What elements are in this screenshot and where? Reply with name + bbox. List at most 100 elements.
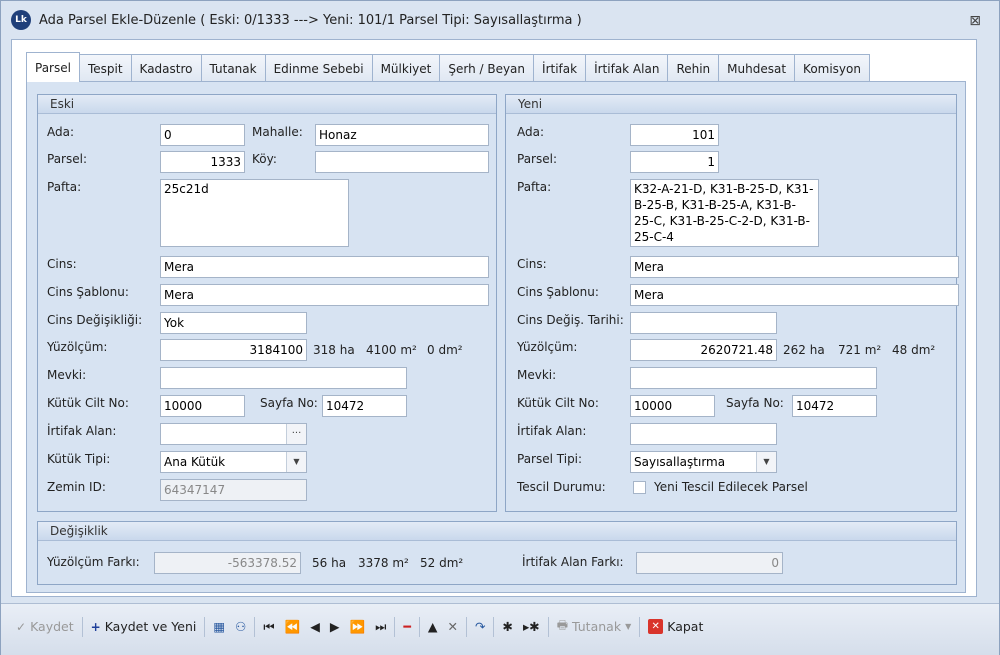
eski-cins-sablonu-label: Cins Şablonu: xyxy=(47,285,129,299)
yeni-parsel-input[interactable]: 1 xyxy=(630,151,719,173)
eski-group: Eski Ada: 0 Mahalle: Honaz Parsel: 1333 … xyxy=(37,94,497,512)
eski-sayfa-input[interactable]: 10472 xyxy=(322,395,407,417)
tab-rehin[interactable]: Rehin xyxy=(667,54,720,82)
yeni-parsel-tipi-select[interactable]: Sayısallaştırma ▼ xyxy=(630,451,777,473)
tab-irtifak[interactable]: İrtifak xyxy=(533,54,587,82)
last-record-button[interactable]: ⏭ xyxy=(370,615,391,639)
toolbar-separator xyxy=(493,616,495,637)
checkmark-icon: ✓ xyxy=(16,619,27,634)
close-icon: ✕ xyxy=(648,619,664,634)
yeni-group-title: Yeni xyxy=(506,95,956,114)
eski-cins-degisikligi-input[interactable]: Yok xyxy=(160,312,307,334)
asterisk-icon: ✱ xyxy=(502,619,513,634)
close-window-icon[interactable]: ⊠ xyxy=(969,13,981,29)
toolbar-separator xyxy=(204,616,206,637)
tab-parsel[interactable]: Parsel xyxy=(26,52,80,82)
next-record-button[interactable]: ▶ xyxy=(325,615,345,639)
yeni-sayfa-label: Sayfa No: xyxy=(726,396,784,410)
yeni-ada-input[interactable]: 101 xyxy=(630,124,719,146)
tab-komisyon[interactable]: Komisyon xyxy=(794,54,870,82)
minus-icon: ━ xyxy=(403,619,411,634)
printer-icon: 🖶 xyxy=(556,618,569,632)
tab-edinme-sebebi[interactable]: Edinme Sebebi xyxy=(264,54,373,82)
eski-ada-label: Ada: xyxy=(47,125,75,139)
up-icon: ▲ xyxy=(427,619,438,634)
user-search-button[interactable]: ⚇ xyxy=(230,615,251,639)
yeni-tescil-checkbox-label[interactable]: Yeni Tescil Edilecek Parsel xyxy=(654,480,808,494)
eski-cins-input[interactable]: Mera xyxy=(160,256,489,278)
eski-mahalle-input[interactable]: Honaz xyxy=(315,124,489,146)
eski-zemin-id-input[interactable]: 64347147 xyxy=(160,479,307,501)
delete-button[interactable]: ━ xyxy=(398,615,416,639)
yeni-pafta-label: Pafta: xyxy=(517,180,552,194)
yeni-yuzolcum-label: Yüzölçüm: xyxy=(517,340,578,354)
degisiklik-group: Değişiklik Yüzölçüm Farkı: -563378.52 56… xyxy=(37,521,957,585)
yeni-kutuk-cilt-input[interactable]: 10000 xyxy=(630,395,715,417)
bottom-toolbar: ✓ Kaydet + Kaydet ve Yeni ▦ ⚇ ⏮ ⏪ ◀ ▶ ⏩ … xyxy=(1,603,999,655)
eski-irtifak-alan-input[interactable]: ··· xyxy=(160,423,307,445)
first-record-button[interactable]: ⏮ xyxy=(258,615,279,639)
yeni-parsel-label: Parsel: xyxy=(517,152,557,166)
eski-mahalle-label: Mahalle: xyxy=(252,125,303,139)
yeni-pafta-textarea[interactable]: K32-A-21-D, K31-B-25-D, K31-B-25-B, K31-… xyxy=(630,179,819,247)
eski-kutuk-cilt-input[interactable]: 10000 xyxy=(160,395,245,417)
toolbar-separator xyxy=(465,616,467,637)
fast-forward-icon: ⏩ xyxy=(349,618,366,634)
toolbar-separator xyxy=(254,616,256,637)
chevron-down-icon: ▼ xyxy=(625,622,632,631)
tab-tutanak[interactable]: Tutanak xyxy=(200,54,266,82)
kaydet-ve-yeni-button[interactable]: + Kaydet ve Yeni xyxy=(86,615,202,639)
move-up-button[interactable]: ▲ xyxy=(423,615,443,639)
eski-kutuk-tipi-select[interactable]: Ana Kütük ▼ xyxy=(160,451,307,473)
yuzolcum-farki-label: Yüzölçüm Farkı: xyxy=(47,555,140,569)
kapat-button[interactable]: ✕ Kapat xyxy=(643,615,708,639)
eski-yuzolcum-label: Yüzölçüm: xyxy=(47,340,108,354)
yeni-cins-sablonu-input[interactable]: Mera xyxy=(630,284,959,306)
yeni-sayfa-input[interactable]: 10472 xyxy=(792,395,877,417)
chevron-down-icon[interactable]: ▼ xyxy=(756,452,776,472)
eski-pafta-label: Pafta: xyxy=(47,180,82,194)
next-page-button[interactable]: ⏩ xyxy=(344,615,370,639)
rewind-icon: ⏪ xyxy=(284,618,301,634)
ellipsis-button[interactable]: ··· xyxy=(286,424,306,444)
goto-asterisk-button[interactable]: ▸✱ xyxy=(518,615,545,639)
refresh-button[interactable]: ↷ xyxy=(470,615,490,639)
eski-yuzolcum-input[interactable]: 3184100 xyxy=(160,339,307,361)
eski-pafta-textarea[interactable]: 25c21d xyxy=(160,179,349,247)
eski-koy-input[interactable] xyxy=(315,151,489,173)
eski-kutuk-cilt-label: Kütük Cilt No: xyxy=(47,396,129,410)
eski-parsel-input[interactable]: 1333 xyxy=(160,151,245,173)
asterisk-button[interactable]: ✱ xyxy=(497,615,517,639)
eski-cins-label: Cins: xyxy=(47,257,77,271)
yeni-tescil-checkbox[interactable] xyxy=(633,481,646,494)
tab-muhdesat[interactable]: Muhdesat xyxy=(718,54,796,82)
chevron-down-icon[interactable]: ▼ xyxy=(286,452,306,472)
eski-mevki-input[interactable] xyxy=(160,367,407,389)
tab-serh-beyan[interactable]: Şerh / Beyan xyxy=(439,54,535,82)
cancel-button[interactable]: ✕ xyxy=(442,615,462,639)
irtifak-alan-farki-input[interactable]: 0 xyxy=(636,552,783,574)
kapat-label: Kapat xyxy=(667,619,704,634)
toolbar-separator xyxy=(547,616,549,637)
yeni-irtifak-alan-input[interactable] xyxy=(630,423,777,445)
tutanak-button[interactable]: 🖶 Tutanak ▼ xyxy=(552,615,637,639)
yeni-cins-label: Cins: xyxy=(517,257,547,271)
prev-record-button[interactable]: ◀ xyxy=(305,615,325,639)
tab-mulkiyet[interactable]: Mülkiyet xyxy=(371,54,441,82)
tab-kadastro[interactable]: Kadastro xyxy=(130,54,202,82)
yeni-mevki-input[interactable] xyxy=(630,367,877,389)
eski-cins-sablonu-input[interactable]: Mera xyxy=(160,284,489,306)
user-list-button[interactable]: ▦ xyxy=(208,615,230,639)
eski-ada-input[interactable]: 0 xyxy=(160,124,245,146)
yuzolcum-farki-input[interactable]: -563378.52 xyxy=(154,552,301,574)
yeni-group: Yeni Ada: 101 Parsel: 1 Pafta: K32-A-21-… xyxy=(505,94,959,512)
toolbar-separator xyxy=(418,616,420,637)
yeni-cins-input[interactable]: Mera xyxy=(630,256,959,278)
tab-irtifak-alan[interactable]: İrtifak Alan xyxy=(585,54,669,82)
tab-tespit[interactable]: Tespit xyxy=(78,54,132,82)
prev-page-button[interactable]: ⏪ xyxy=(280,615,306,639)
yeni-cins-degis-tarihi-input[interactable] xyxy=(630,312,777,334)
eski-parsel-label: Parsel: xyxy=(47,152,87,166)
kaydet-button[interactable]: ✓ Kaydet xyxy=(11,615,79,639)
yeni-yuzolcum-input[interactable]: 2620721.48 xyxy=(630,339,777,361)
